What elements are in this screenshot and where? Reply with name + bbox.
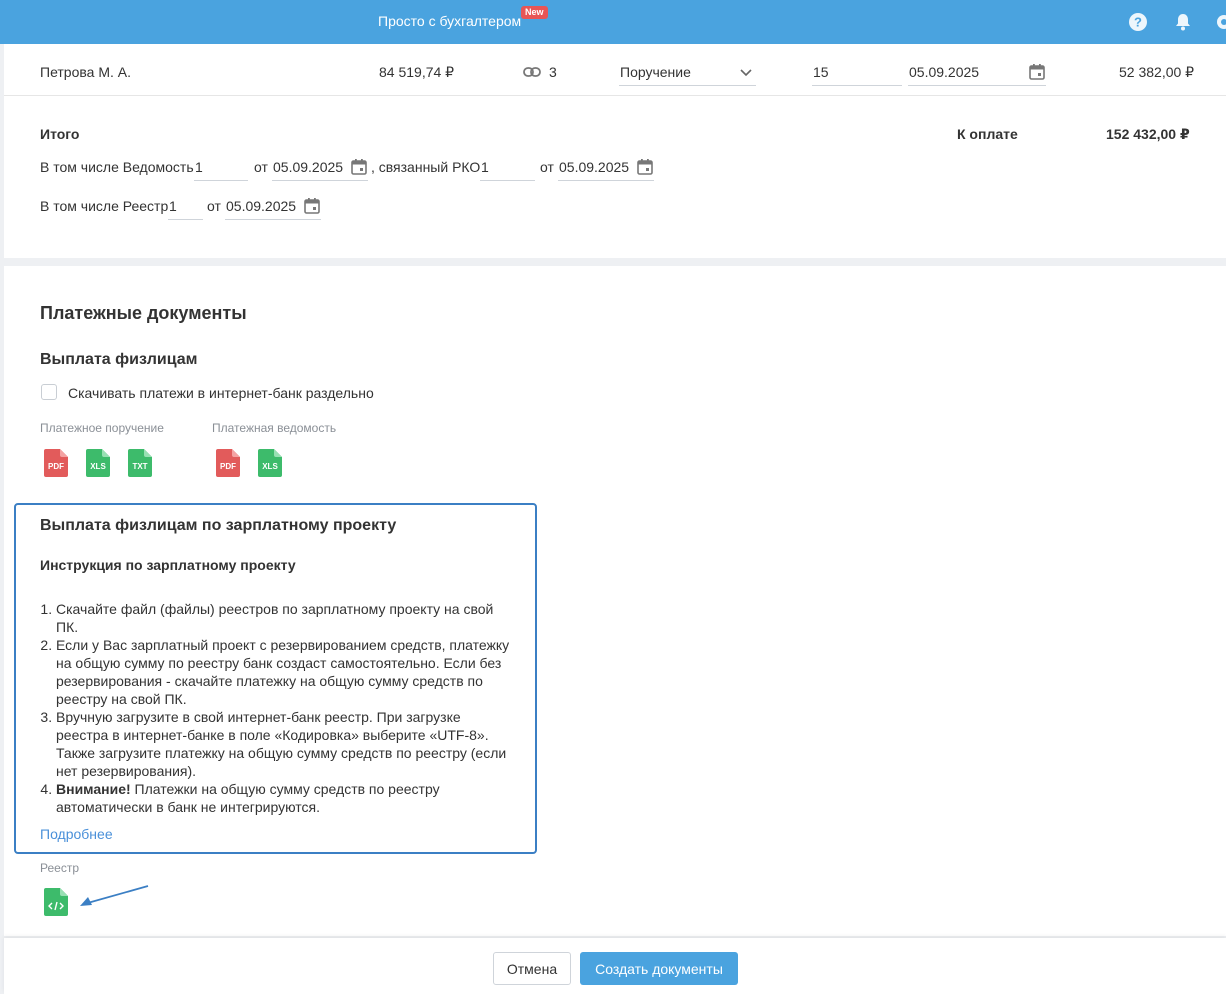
instruction-step: Внимание! Платежки на общую сумму средст…: [56, 780, 512, 816]
rko-number-input[interactable]: 1: [480, 155, 535, 181]
brand-title[interactable]: Просто с бухгалтером: [378, 13, 521, 29]
order-txt-label: TXT: [132, 462, 147, 471]
order-pdf-label: PDF: [48, 462, 64, 471]
chevron-down-icon: [740, 69, 752, 77]
separate-payments-checkbox[interactable]: [41, 384, 57, 400]
vedomost-label: В том числе Ведомость: [40, 159, 194, 175]
rko-label: , связанный РКО: [371, 159, 481, 175]
xml-file-icon[interactable]: [44, 888, 68, 916]
top-bar: Просто с бухгалтером New ?: [0, 0, 1226, 44]
rko-date-value: 05.09.2025: [559, 159, 630, 175]
salary-project-box: Выплата физлицам по зарплатному проекту …: [14, 503, 537, 854]
xls-file-icon[interactable]: XLS: [86, 449, 110, 477]
vedomost-date-input[interactable]: 05.09.2025: [272, 155, 368, 181]
calendar-icon[interactable]: [1028, 63, 1046, 81]
link-count: 3: [549, 64, 557, 80]
payment-date-value: 05.09.2025: [909, 64, 980, 80]
statement-xls-label: XLS: [262, 462, 278, 471]
svg-text:?: ?: [1134, 15, 1142, 30]
row-divider: [4, 95, 1226, 96]
footer-bar: Отмена Создать документы: [4, 938, 1226, 994]
pdf-file-icon[interactable]: PDF: [44, 449, 68, 477]
instruction-step: Скачайте файл (файлы) реестров по зарпла…: [56, 600, 512, 636]
new-badge: New: [521, 6, 548, 19]
registry-label: Реестр: [40, 861, 79, 875]
from-label: от: [207, 198, 221, 214]
separate-payments-label[interactable]: Скачивать платежи в интернет-банк раздел…: [68, 385, 374, 401]
day-input[interactable]: 15: [812, 60, 902, 86]
xls-file-icon[interactable]: XLS: [258, 449, 282, 477]
instruction-step: Если у Вас зарплатный проект с резервиро…: [56, 636, 512, 708]
calendar-icon[interactable]: [303, 197, 321, 215]
calendar-icon[interactable]: [350, 158, 368, 176]
payment-documents-card: Платежные документы Выплата физлицам Ска…: [4, 266, 1226, 936]
cancel-button[interactable]: Отмена: [493, 952, 571, 985]
payment-docs-title: Платежные документы: [40, 303, 247, 323]
reestr-number-input[interactable]: 1: [168, 194, 203, 220]
employee-amount: 84 519,74 ₽: [379, 64, 455, 80]
rko-number-value: 1: [481, 159, 489, 175]
reestr-date-value: 05.09.2025: [226, 198, 297, 214]
reestr-number-value: 1: [169, 198, 177, 214]
bell-icon[interactable]: [1173, 12, 1193, 32]
more-link[interactable]: Подробнее: [40, 826, 113, 842]
instruction-title: Инструкция по зарплатному проекту: [40, 557, 296, 573]
settings-icon[interactable]: [1214, 12, 1226, 32]
order-label: Платежное поручение: [40, 421, 164, 435]
payment-type-select[interactable]: Поручение: [619, 60, 756, 86]
help-icon[interactable]: ?: [1128, 12, 1148, 32]
to-pay-label: К оплате: [957, 126, 1018, 142]
statement-label: Платежная ведомость: [212, 421, 337, 435]
reestr-label: В том числе Реестр: [40, 198, 169, 214]
arrow-annotation-icon: [80, 885, 149, 906]
instruction-step: Вручную загрузите в свой интернет-банк р…: [56, 708, 512, 780]
warning-label: Внимание!: [56, 781, 131, 797]
vedomost-date-value: 05.09.2025: [273, 159, 344, 175]
from-label: от: [540, 159, 554, 175]
employee-to-pay: 52 382,00 ₽: [1119, 64, 1195, 80]
vedomost-number-input[interactable]: 1: [194, 155, 248, 181]
individuals-title: Выплата физлицам: [40, 351, 198, 368]
vedomost-number-value: 1: [195, 159, 203, 175]
payment-type-value: Поручение: [620, 64, 691, 80]
link-icon[interactable]: [523, 65, 541, 79]
reestr-date-input[interactable]: 05.09.2025: [225, 194, 321, 220]
txt-file-icon[interactable]: TXT: [128, 449, 152, 477]
order-xls-label: XLS: [90, 462, 106, 471]
statement-pdf-label: PDF: [220, 462, 236, 471]
salary-summary-card: Петрова М. А. 84 519,74 ₽ 3 Поручение 15…: [4, 44, 1226, 258]
calendar-icon[interactable]: [636, 158, 654, 176]
create-documents-button[interactable]: Создать документы: [580, 952, 738, 985]
totals-label: Итого: [40, 126, 80, 142]
day-value: 15: [813, 64, 829, 80]
instruction-steps: Скачайте файл (файлы) реестров по зарпла…: [42, 600, 512, 816]
to-pay-total: 152 432,00 ₽: [1106, 126, 1190, 142]
rko-date-input[interactable]: 05.09.2025: [558, 155, 654, 181]
salary-project-title: Выплата физлицам по зарплатному проекту: [40, 517, 397, 534]
payment-date-input[interactable]: 05.09.2025: [908, 60, 1046, 86]
from-label: от: [254, 159, 268, 175]
pdf-file-icon[interactable]: PDF: [216, 449, 240, 477]
employee-name: Петрова М. А.: [40, 64, 131, 80]
